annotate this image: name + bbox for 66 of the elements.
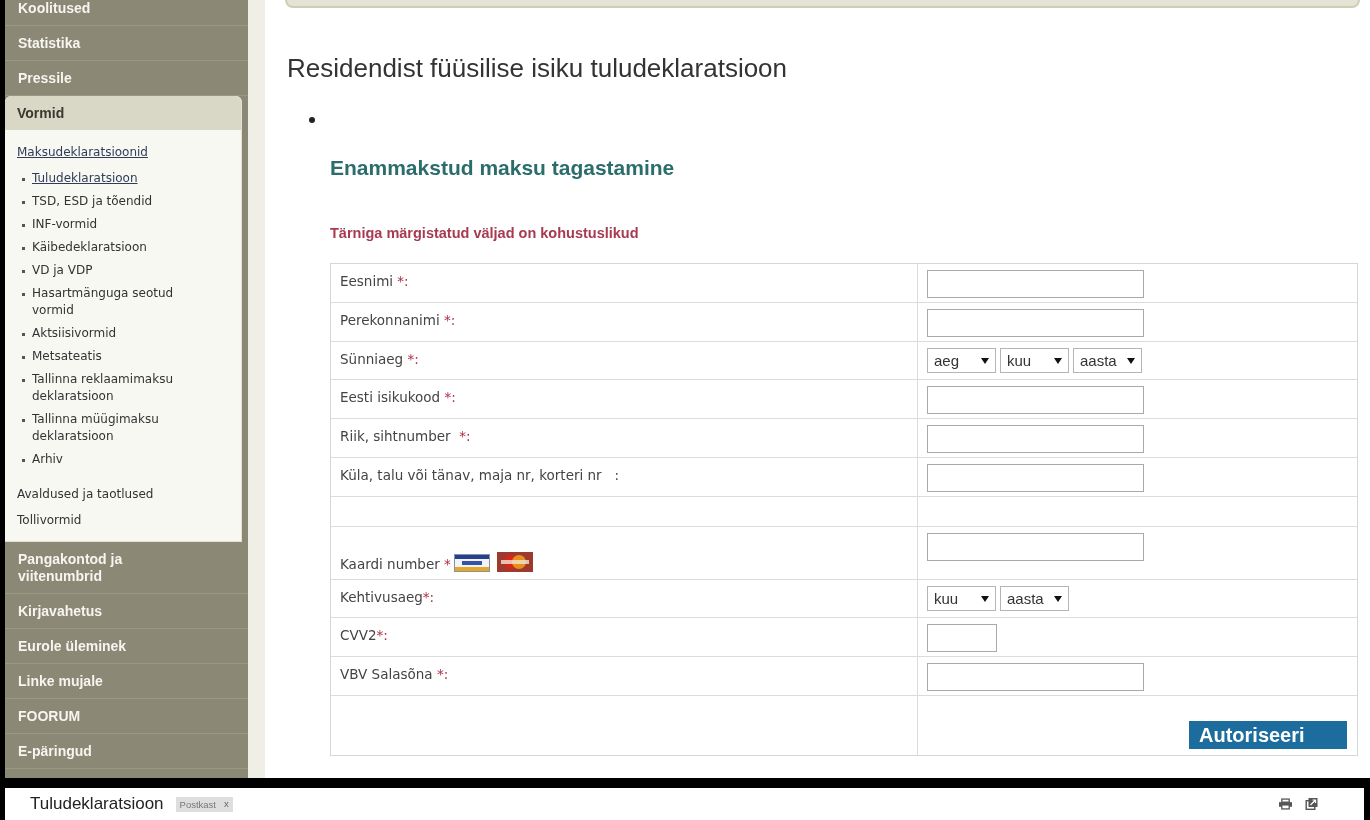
bullet-icon [22,246,25,250]
sidebar-item[interactable]: Vormid [5,96,241,130]
bullet-icon [22,269,25,273]
field-label: Eesti isikukood *: [340,389,456,405]
caret-icon [1054,357,1062,364]
credit-card-icon [496,552,533,572]
input-field[interactable] [927,464,1144,492]
submenu-link[interactable]: VD ja VDP [32,261,93,279]
input-field[interactable] [927,663,1144,691]
printer-icon[interactable] [1279,798,1292,810]
submenu-link[interactable]: TSD, ESD ja tõendid [32,192,153,210]
submenu-link[interactable]: Tallinna reklaamimaksu deklaratsioon [32,370,217,405]
authorize-button[interactable]: Autoriseeri [1189,721,1347,749]
submenu-link[interactable]: Metsateatis [32,347,102,365]
input-field[interactable] [927,270,1144,298]
chip-label: Postkast [179,798,216,810]
field-label: Eesnimi *: [340,273,409,289]
bullet-icon [22,458,25,462]
field-label: Kehtivusaeg*: [340,589,435,605]
dropdown[interactable]: aasta [1073,348,1142,373]
submenu-link[interactable]: Hasartmänguga seotud vormid [32,284,217,319]
submenu-link[interactable]: Maksudeklaratsioonid [17,144,148,159]
bullet-icon [22,292,25,296]
submenu-link[interactable]: Aktsiisivormid [32,324,117,342]
dropdown[interactable]: kuu [927,586,996,611]
page-title: Residendist füüsilise isiku tuludeklaratsioon [287,53,788,83]
email-subject: Tuludeklaratsioon [30,794,164,814]
submenu-link[interactable]: Käibedeklaratsioon [32,238,147,256]
submenu-link[interactable]: Avaldused ja taotlused [17,486,154,501]
remove-label-button[interactable]: x [224,799,229,809]
dropdown[interactable]: kuu [1000,348,1069,373]
field-label: Riik, sihtnumber *: [340,428,471,444]
bullet-icon [22,332,25,336]
input-field[interactable] [927,624,997,652]
field-label: Küla, talu või tänav, maja nr, korteri nr : [340,467,620,483]
field-label: CVV2*: [340,627,388,643]
input-field[interactable] [927,425,1144,453]
input-field[interactable] [927,309,1144,337]
bullet-icon [22,378,25,382]
caret-icon [1127,357,1135,364]
submenu-link[interactable]: INF-vormid [32,215,98,233]
caret-icon [1054,595,1062,602]
bullet-icon [22,418,25,422]
field-label: Perekonnanimi *: [340,312,456,328]
submenu-link[interactable]: Tollivormid [17,512,82,527]
bullet-icon [22,177,25,181]
bullet-icon [22,223,25,227]
input-field[interactable] [927,386,1144,414]
bullet-icon [22,355,25,359]
required-fields-note: Tärniga märgistatud väljad on kohustuslikud [330,224,639,242]
submenu-link[interactable]: Arhiv [32,450,63,468]
new-window-icon[interactable] [1305,798,1318,810]
submenu-link[interactable]: Tuludeklaratsioon [32,169,138,187]
dropdown[interactable]: aasta [1000,586,1069,611]
dropdown[interactable]: aeg [927,348,996,373]
field-label: Kaardi number * [340,556,451,573]
section-heading: Enammakstud maksu tagastamine [330,155,675,181]
caret-icon [981,357,989,364]
bullet-icon [22,200,25,204]
bullet-icon [309,117,315,123]
input-field[interactable] [927,533,1144,561]
caret-icon [981,595,989,602]
credit-card-icon [453,554,490,572]
field-label: Sünniaeg *: [340,351,419,367]
field-label: VBV Salasõna *: [340,666,449,682]
submenu-link[interactable]: Tallinna müügimaksu deklaratsioon [32,410,217,445]
